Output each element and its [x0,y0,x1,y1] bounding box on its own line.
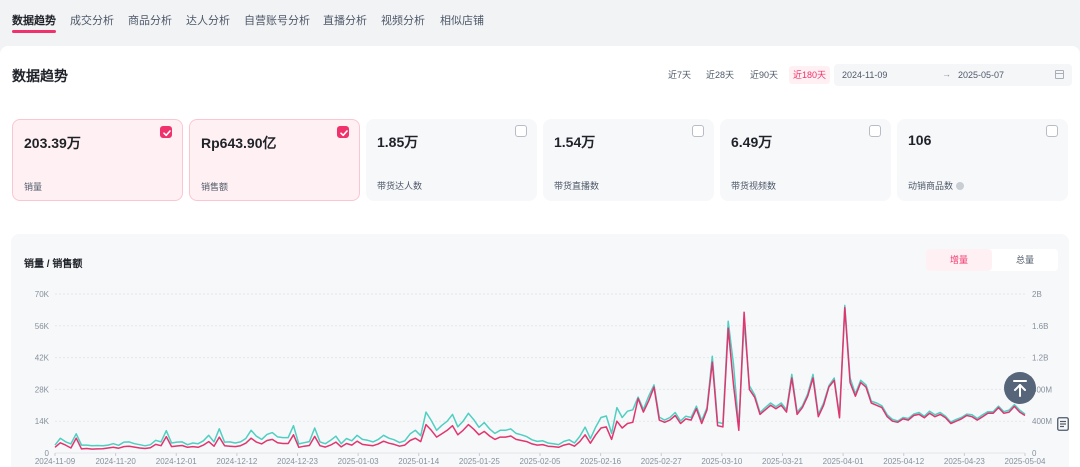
y-left-tick-label: 70K [35,290,50,299]
y-left-ticks: 014K28K42K56K70K [35,290,50,458]
metric-label-text: 销量 [24,182,43,192]
y-right-tick-label: 400M [1032,417,1052,426]
arrow-up-icon [1013,380,1027,397]
metric-checkbox[interactable] [1046,125,1058,137]
y-left-tick-label: 56K [35,322,50,331]
date-start[interactable]: 2024-11-09 [842,70,887,80]
date-end[interactable]: 2025-05-07 [958,70,1004,80]
x-tick-label: 2025-02-05 [520,457,561,466]
toggle-increment[interactable]: 增量 [926,249,992,271]
metric-checkbox[interactable] [692,125,704,137]
y-right-tick-label: 1.2B [1032,354,1048,363]
tab-data-trend[interactable]: 数据趋势 [12,12,56,33]
chart-grid [55,293,1025,454]
x-tick-label: 2024-12-01 [156,457,197,466]
range-180d-button[interactable]: 近180天 [789,66,831,84]
y-left-tick-label: 28K [35,385,50,394]
document-icon[interactable] [1057,417,1069,431]
increment-total-toggle[interactable]: 增量 总量 [926,249,1058,271]
date-separator: → [942,69,951,79]
metric-label: 带货视频数 [731,179,776,192]
x-tick-label: 2025-04-23 [944,457,985,466]
metric-label: 销量 [24,180,42,193]
metric-value: 106 [908,132,932,148]
metric-card-sales-amount[interactable]: Rp643.90亿销售额 [189,119,360,201]
tab-transaction-analysis[interactable]: 成交分析 [70,12,114,28]
tab-similar-shops[interactable]: 相似店铺 [440,12,484,28]
metric-value: 6.49万 [731,134,773,150]
x-tick-label: 2024-11-09 [35,457,76,466]
x-tick-label: 2025-01-14 [398,457,439,466]
section-title: 数据趋势 [12,68,68,84]
x-tick-label: 2025-01-25 [459,457,500,466]
metric-card-influencers[interactable]: 1.85万带货达人数 [366,119,537,201]
back-to-top-button[interactable] [1004,372,1036,404]
metric-label: 动销商品数 [908,179,965,192]
metric-card-active-products[interactable]: 106 动销商品数 [897,119,1068,201]
metric-label-text: 带货直播数 [554,181,600,191]
y-right-tick-label: 2B [1032,290,1042,299]
metric-label: 带货达人数 [377,179,422,192]
x-tick-label: 2025-03-21 [762,457,803,466]
x-ticks: 2024-11-09 2024-11-20 2024-12-01 2024-12-12… [35,453,1046,466]
metric-label-text: 销售额 [201,182,229,192]
metric-checkbox[interactable] [515,125,527,137]
metric-value: 1.54万 [554,134,596,150]
x-tick-label: 2025-05-04 [1005,457,1046,466]
metric-checkbox[interactable] [337,126,349,138]
metric-label: 销售额 [201,180,228,193]
x-tick-label: 2024-12-23 [277,457,318,466]
metric-checkbox[interactable] [869,125,881,137]
tab-own-account-analysis[interactable]: 自营账号分析 [244,12,310,28]
metric-label-text: 动销商品数 [908,181,954,191]
range-7d-button[interactable]: 近7天 [664,66,695,84]
tab-video-analysis[interactable]: 视频分析 [381,12,425,28]
toggle-total[interactable]: 总量 [992,249,1058,271]
x-tick-label: 2025-02-16 [580,457,621,466]
metric-card-live-streams[interactable]: 1.54万带货直播数 [543,119,714,201]
y-right-tick-label: 1.6B [1032,322,1048,331]
calendar-icon[interactable] [1055,70,1064,79]
x-tick-label: 2025-04-01 [823,457,864,466]
tab-live-analysis[interactable]: 直播分析 [323,12,367,28]
info-icon[interactable] [956,182,965,190]
metric-value: 1.85万 [377,134,419,150]
x-tick-label: 2025-04-12 [883,457,924,466]
y-left-tick-label: 14K [35,417,50,426]
x-tick-label: 2025-01-03 [338,457,379,466]
x-tick-label: 2025-02-27 [641,457,682,466]
metric-label-text: 带货达人数 [377,181,423,191]
metric-card-sales-volume[interactable]: 203.39万销量 [12,119,183,201]
tab-product-analysis[interactable]: 商品分析 [128,12,172,28]
metric-value: Rp643.90亿 [201,135,277,151]
sales-trend-chart: 014K28K42K56K70K 0400M800M1.2B1.6B2B 202… [35,290,1053,466]
top-nav: 数据趋势 成交分析 商品分析 达人分析 自营账号分析 直播分析 视频分析 相似店… [0,0,1080,40]
metric-card-videos[interactable]: 6.49万带货视频数 [720,119,891,201]
tab-influencer-analysis[interactable]: 达人分析 [186,12,230,28]
x-tick-label: 2024-12-12 [216,457,257,466]
series-line-sales-amount [54,304,1026,447]
metric-label: 带货直播数 [554,179,599,192]
chart-series [54,304,1026,450]
range-90d-button[interactable]: 近90天 [746,66,782,84]
x-tick-label: 2024-11-20 [95,457,136,466]
metric-checkbox[interactable] [160,126,172,138]
range-28d-button[interactable]: 近28天 [702,66,738,84]
check-icon [340,130,348,137]
y-left-tick-label: 42K [35,354,50,363]
date-range-picker[interactable]: 2024-11-09 → 2025-05-07 [834,64,1072,86]
check-icon [163,130,171,137]
metric-label-text: 带货视频数 [731,181,777,191]
series-line-sales-volume [54,306,1026,450]
metric-value: 203.39万 [24,135,81,151]
x-tick-label: 2025-03-10 [701,457,742,466]
chart-title: 销量 / 销售额 [24,259,83,270]
